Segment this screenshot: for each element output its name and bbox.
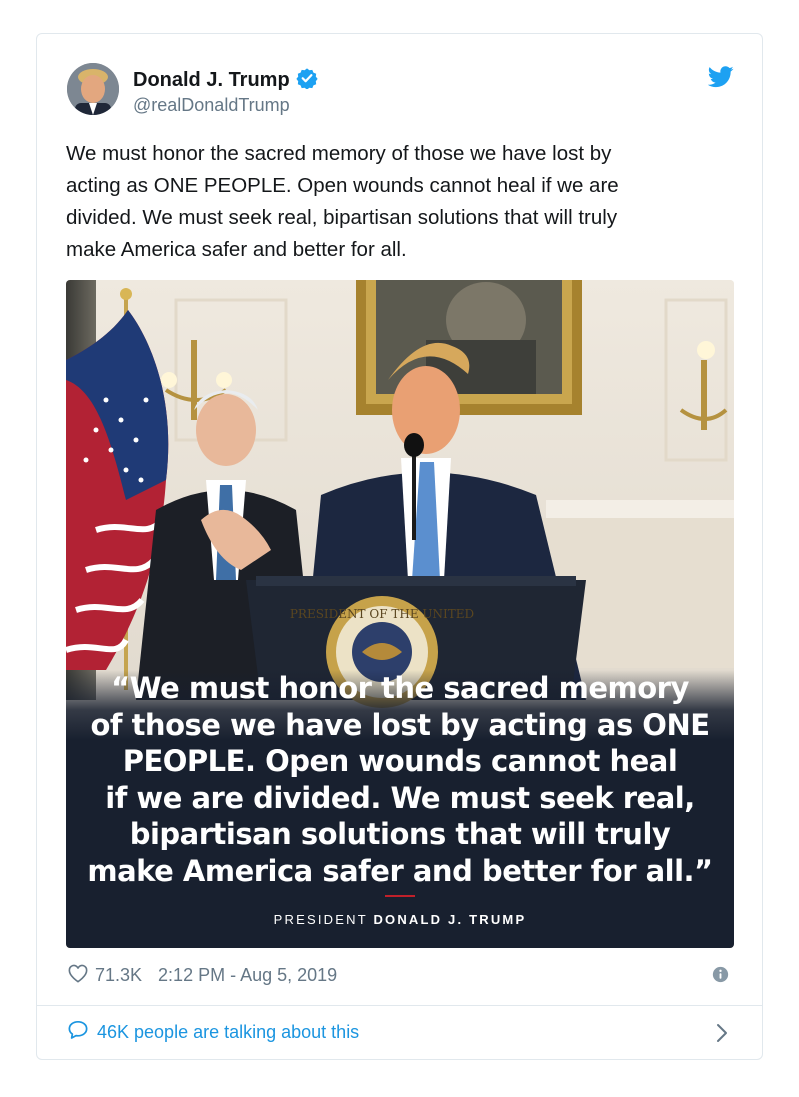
quote-line: make America safer and better for all.” [87, 853, 713, 888]
tweet-media-image[interactable]: PRESIDENT OF THE UNITED “We must honor t… [66, 280, 734, 948]
twitter-bird-icon[interactable] [707, 66, 734, 93]
avatar[interactable] [67, 63, 119, 115]
quote-text: “We must honor the sacred memory of thos… [66, 670, 734, 889]
tweet-text-line: make America safer and better for all. [66, 238, 407, 261]
embedded-tweet-card: Donald J. Trump @realDonaldTrump We must… [36, 33, 763, 1060]
chevron-right-icon[interactable] [716, 1023, 728, 1048]
attribution-prefix: PRESIDENT [273, 912, 374, 927]
verified-badge-icon [296, 67, 318, 95]
author-handle[interactable]: @realDonaldTrump [133, 95, 290, 116]
tweet-text-line: divided. We must seek real, bipartisan s… [66, 206, 618, 229]
info-icon[interactable] [712, 966, 729, 988]
author-name[interactable]: Donald J. Trump [133, 67, 318, 95]
quote-line: bipartisan solutions that will truly [129, 817, 671, 851]
quote-attribution: PRESIDENT DONALD J. TRUMP [66, 912, 734, 927]
avatar-photo [67, 63, 119, 115]
heart-icon[interactable] [67, 963, 89, 988]
tweet-timestamp[interactable]: 2:12 PM - Aug 5, 2019 [158, 965, 337, 986]
quote-line: of those we have lost by acting as ONE [90, 707, 710, 742]
card-divider [37, 1005, 762, 1006]
tweet-text-line: We must honor the sacred memory of those… [66, 142, 612, 165]
tweet-text: We must honor the sacred memory of those… [66, 138, 716, 266]
like-count[interactable]: 71.3K [95, 965, 142, 986]
conversation-label: 46K people are talking about this [97, 1022, 360, 1042]
seal-lettering: PRESIDENT OF THE UNITED [290, 607, 474, 621]
tweet-meta-row: 71.3K 2:12 PM - Aug 5, 2019 [67, 963, 337, 988]
quote-line: PEOPLE. Open wounds cannot heal [122, 744, 678, 778]
quote-divider [385, 895, 415, 897]
author-name-text: Donald J. Trump [133, 69, 290, 91]
quote-line: “We must honor the sacred memory [111, 671, 689, 705]
speech-bubble-icon [67, 1020, 89, 1045]
attribution-name: DONALD J. TRUMP [373, 912, 527, 927]
quote-line: if we are divided. We must seek real, [105, 780, 695, 815]
tweet-text-line: acting as ONE PEOPLE. Open wounds cannot… [66, 174, 619, 197]
conversation-link[interactable]: 46K people are talking about this [67, 1020, 359, 1045]
